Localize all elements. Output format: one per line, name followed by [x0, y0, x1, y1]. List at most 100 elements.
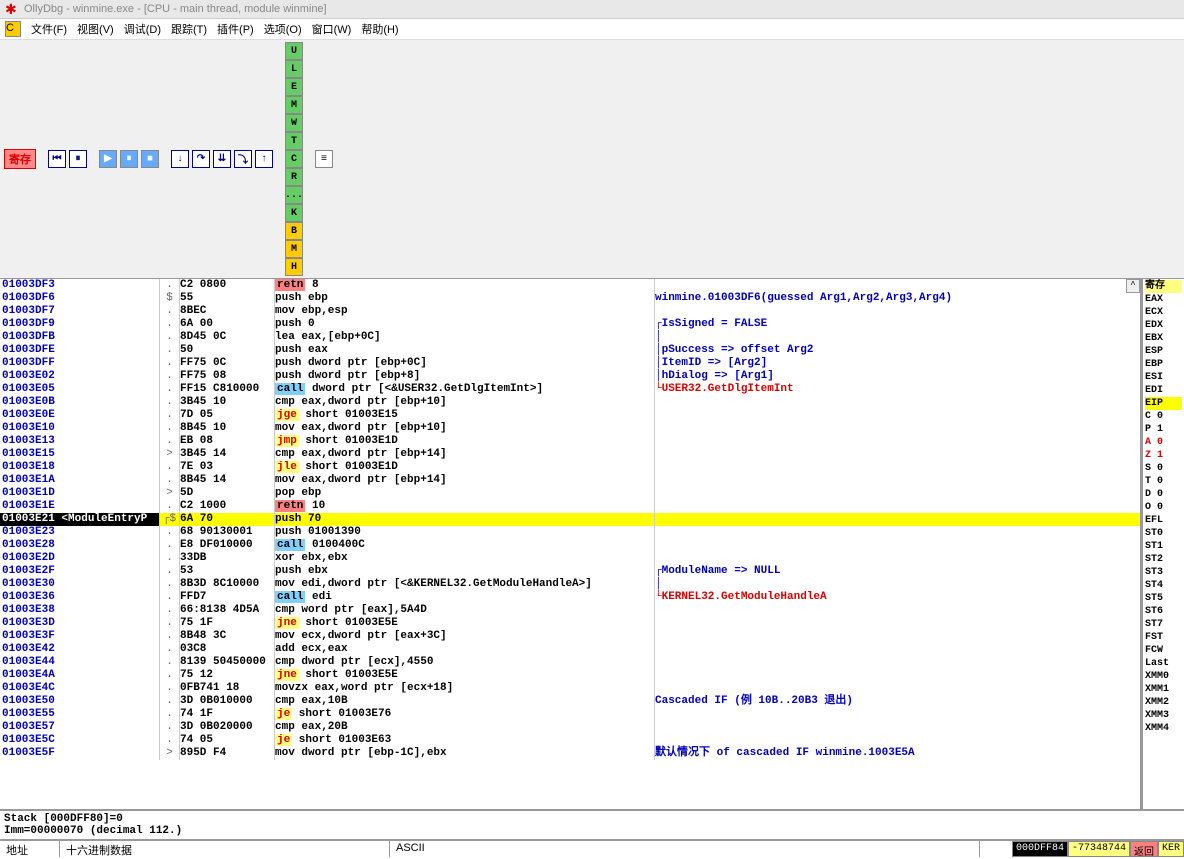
- reg-st4[interactable]: ST4: [1145, 579, 1182, 592]
- tb-m[interactable]: M: [285, 240, 303, 258]
- menu-file[interactable]: 文件(F): [31, 21, 67, 37]
- menu-plugin[interactable]: 插件(P): [217, 21, 254, 37]
- disasm-row[interactable]: 01003E50.3D 0B010000cmp eax,10BCascaded …: [0, 695, 1140, 708]
- tb-b[interactable]: B: [285, 222, 303, 240]
- c-icon[interactable]: C: [5, 21, 21, 37]
- reg-st6[interactable]: ST6: [1145, 605, 1182, 618]
- disasm-row[interactable]: 01003E0E.7D 05jge short 01003E15: [0, 409, 1140, 422]
- tb-return[interactable]: ↑: [255, 150, 273, 168]
- disasm-row[interactable]: 01003E4C.0FB741 18movzx eax,word ptr [ec…: [0, 682, 1140, 695]
- disasm-row[interactable]: 01003E05.FF15 C810000call dword ptr [<&U…: [0, 383, 1140, 396]
- disasm-row[interactable]: 01003E15>3B45 14cmp eax,dword ptr [ebp+1…: [0, 448, 1140, 461]
- register-panel[interactable]: 寄存 EAXECXEDXEBXESPEBPESIEDIEIPC 0P 1A 0Z…: [1142, 279, 1184, 809]
- disasm-row[interactable]: 01003E2D.33DBxor ebx,ebx: [0, 552, 1140, 565]
- menubar[interactable]: C 文件(F) 视图(V) 调试(D) 跟踪(T) 插件(P) 选项(O) 窗口…: [0, 19, 1184, 40]
- reg-xmm4[interactable]: XMM4: [1145, 722, 1182, 735]
- reg-efl[interactable]: EFL: [1145, 514, 1182, 527]
- disasm-row[interactable]: 01003E38.66:8138 4D5Acmp word ptr [eax],…: [0, 604, 1140, 617]
- reg-st3[interactable]: ST3: [1145, 566, 1182, 579]
- menu-view[interactable]: 视图(V): [77, 21, 114, 37]
- reg-c[interactable]: C 0: [1145, 410, 1182, 423]
- disasm-row[interactable]: 01003E4A.75 12jne short 01003E5E: [0, 669, 1140, 682]
- tb-k[interactable]: K: [285, 204, 303, 222]
- reg-st5[interactable]: ST5: [1145, 592, 1182, 605]
- disasm-row[interactable]: 01003E02.FF75 08push dword ptr [ebp+8]│h…: [0, 370, 1140, 383]
- scroll-up[interactable]: ^: [1126, 279, 1140, 293]
- tb-pause2[interactable]: ⏸: [120, 150, 138, 168]
- tb-t[interactable]: T: [285, 132, 303, 150]
- menu-options[interactable]: 选项(O): [264, 21, 302, 37]
- tb-r[interactable]: R: [285, 168, 303, 186]
- disasm-row[interactable]: 01003E1E.C2 1000retn 10: [0, 500, 1140, 513]
- reg-xmm2[interactable]: XMM2: [1145, 696, 1182, 709]
- reg-a[interactable]: A 0: [1145, 436, 1182, 449]
- reg-last[interactable]: Last: [1145, 657, 1182, 670]
- reg-edi[interactable]: EDI: [1145, 384, 1182, 397]
- disasm-row[interactable]: 01003E1D>5Dpop ebp: [0, 487, 1140, 500]
- reg-xmm0[interactable]: XMM0: [1145, 670, 1182, 683]
- disassembly-view[interactable]: 01003DF3.C2 0800retn 801003DF6$55push eb…: [0, 279, 1140, 760]
- disasm-row[interactable]: 01003E57.3D 0B020000cmp eax,20B: [0, 721, 1140, 734]
- reg-fst[interactable]: FST: [1145, 631, 1182, 644]
- reg-p[interactable]: P 1: [1145, 423, 1182, 436]
- tb-c[interactable]: C: [285, 150, 303, 168]
- tb-...[interactable]: ...: [285, 186, 303, 204]
- disasm-row[interactable]: 01003DFE.50push eax│pSuccess => offset A…: [0, 344, 1140, 357]
- menu-debug[interactable]: 调试(D): [124, 21, 161, 37]
- reg-ebx[interactable]: EBX: [1145, 332, 1182, 345]
- disasm-row[interactable]: 01003E3F.8B48 3Cmov ecx,dword ptr [eax+3…: [0, 630, 1140, 643]
- disasm-row[interactable]: 01003E10.8B45 10mov eax,dword ptr [ebp+1…: [0, 422, 1140, 435]
- disasm-row[interactable]: 01003DF7.8BECmov ebp,esp: [0, 305, 1140, 318]
- tb-pause[interactable]: ⏸: [69, 150, 87, 168]
- reg-esp[interactable]: ESP: [1145, 345, 1182, 358]
- reg-xmm3[interactable]: XMM3: [1145, 709, 1182, 722]
- disasm-row[interactable]: 01003E18.7E 03jle short 01003E1D: [0, 461, 1140, 474]
- reg-ebp[interactable]: EBP: [1145, 358, 1182, 371]
- reg-st2[interactable]: ST2: [1145, 553, 1182, 566]
- tb-traceinto[interactable]: ⇊: [213, 150, 231, 168]
- disasm-row[interactable]: 01003E28.E8 DF010000call 0100400C: [0, 539, 1140, 552]
- tb-stop[interactable]: ⏹: [141, 150, 159, 168]
- tb-e[interactable]: E: [285, 78, 303, 96]
- reg-o[interactable]: O 0: [1145, 501, 1182, 514]
- tb-list[interactable]: ≡: [315, 150, 333, 168]
- reg-esi[interactable]: ESI: [1145, 371, 1182, 384]
- reg-d[interactable]: D 0: [1145, 488, 1182, 501]
- reg-st0[interactable]: ST0: [1145, 527, 1182, 540]
- disasm-row[interactable]: 01003E2F.53push ebx┌ModuleName => NULL: [0, 565, 1140, 578]
- disasm-row[interactable]: 01003DF6$55push ebpwinmine.01003DF6(gues…: [0, 292, 1140, 305]
- disasm-row[interactable]: 01003E21 <ModuleEntryP┌$6A 70push 70: [0, 513, 1140, 526]
- disasm-row[interactable]: 01003E30.8B3D 8C10000mov edi,dword ptr […: [0, 578, 1140, 591]
- reg-st7[interactable]: ST7: [1145, 618, 1182, 631]
- disasm-row[interactable]: 01003E36.FFD7call edi└KERNEL32.GetModule…: [0, 591, 1140, 604]
- reg-z[interactable]: Z 1: [1145, 449, 1182, 462]
- reg-ecx[interactable]: ECX: [1145, 306, 1182, 319]
- tb-stepover[interactable]: ↷: [192, 150, 210, 168]
- disasm-row[interactable]: 01003E5C.74 05je short 01003E63: [0, 734, 1140, 747]
- disasm-row[interactable]: 01003E0B.3B45 10cmp eax,dword ptr [ebp+1…: [0, 396, 1140, 409]
- disasm-row[interactable]: 01003E23.68 90130001push 01001390: [0, 526, 1140, 539]
- menu-trace[interactable]: 跟踪(T): [171, 21, 207, 37]
- tb-m[interactable]: M: [285, 96, 303, 114]
- disasm-row[interactable]: 01003E5F>895D F4mov dword ptr [ebp-1C],e…: [0, 747, 1140, 760]
- disasm-row[interactable]: 01003E13.EB 08jmp short 01003E1D: [0, 435, 1140, 448]
- tb-play[interactable]: ▶: [99, 150, 117, 168]
- reg-fcw[interactable]: FCW: [1145, 644, 1182, 657]
- reg-xmm1[interactable]: XMM1: [1145, 683, 1182, 696]
- disasm-row[interactable]: 01003E3D.75 1Fjne short 01003E5E: [0, 617, 1140, 630]
- disasm-row[interactable]: 01003DF9.6A 00push 0┌IsSigned = FALSE: [0, 318, 1140, 331]
- reg-t[interactable]: T 0: [1145, 475, 1182, 488]
- tb-u[interactable]: U: [285, 42, 303, 60]
- disasm-row[interactable]: 01003E55.74 1Fje short 01003E76: [0, 708, 1140, 721]
- tb-h[interactable]: H: [285, 258, 303, 276]
- tb-rewind[interactable]: ⏮: [48, 150, 66, 168]
- menu-window[interactable]: 窗口(W): [312, 21, 352, 37]
- reg-st1[interactable]: ST1: [1145, 540, 1182, 553]
- disasm-row[interactable]: 01003DF3.C2 0800retn 8: [0, 279, 1140, 292]
- reg-eax[interactable]: EAX: [1145, 293, 1182, 306]
- tb-w[interactable]: W: [285, 114, 303, 132]
- reg-eip[interactable]: EIP: [1145, 397, 1182, 410]
- reg-edx[interactable]: EDX: [1145, 319, 1182, 332]
- tb-stepinto[interactable]: ↓: [171, 150, 189, 168]
- tb-l[interactable]: L: [285, 60, 303, 78]
